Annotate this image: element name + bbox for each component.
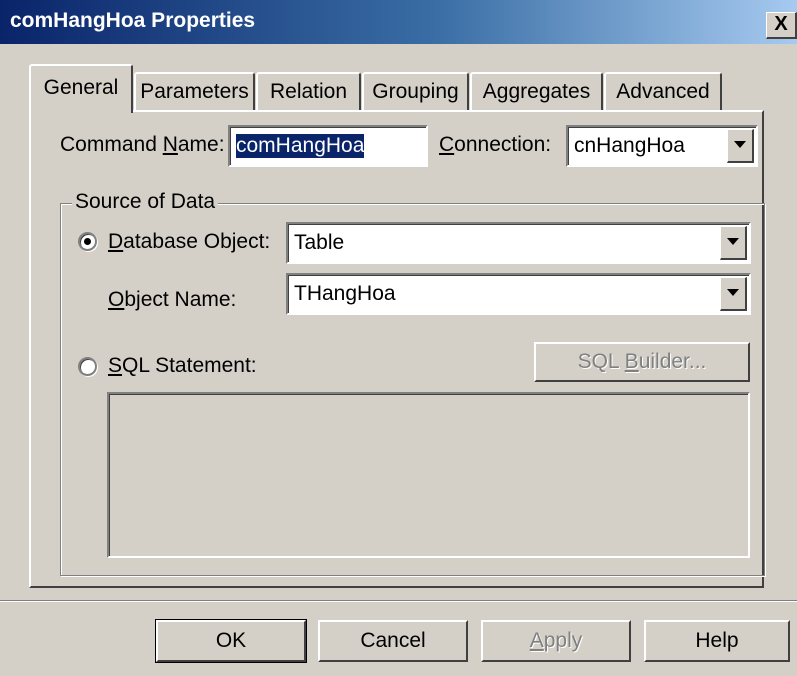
help-button[interactable]: Help <box>644 620 790 662</box>
window-title: comHangHoa Properties <box>10 9 256 32</box>
connection-dropdown-button[interactable] <box>727 129 754 163</box>
object-name-value: THangHoa <box>294 282 396 305</box>
sql-statement-label[interactable]: SQL Statement: <box>108 354 257 378</box>
source-of-data-legend: Source of Data <box>72 190 219 214</box>
radio-selected-dot <box>84 238 91 245</box>
command-name-label: Command Name: <box>60 133 225 156</box>
tab-parameters[interactable]: Parameters <box>134 72 255 111</box>
sql-builder-button[interactable]: SQL Builder... <box>534 342 750 382</box>
object-name-dropdown-button[interactable] <box>720 277 747 311</box>
sql-statement-radio[interactable] <box>78 357 97 376</box>
dialog-separator <box>0 600 797 602</box>
connection-select[interactable]: cnHangHoa <box>566 125 758 167</box>
close-button[interactable]: X <box>766 12 797 39</box>
apply-button[interactable]: Apply <box>481 620 631 662</box>
object-name-select[interactable]: THangHoa <box>286 273 751 315</box>
tab-relation[interactable]: Relation <box>256 72 361 111</box>
database-object-select[interactable]: Table <box>286 222 751 264</box>
tab-advanced[interactable]: Advanced <box>604 72 722 111</box>
object-name-label: Object Name: <box>108 288 237 311</box>
database-object-dropdown-button[interactable] <box>720 226 747 260</box>
tab-aggregates[interactable]: Aggregates <box>470 72 603 111</box>
close-icon: X <box>774 13 788 35</box>
connection-label: Connection: <box>439 133 552 156</box>
chevron-down-icon <box>734 141 746 148</box>
database-object-label[interactable]: Database Object: <box>108 230 270 254</box>
connection-value: cnHangHoa <box>574 134 685 157</box>
command-name-input[interactable]: comHangHoa <box>228 125 428 167</box>
database-object-value: Table <box>294 231 345 254</box>
title-bar[interactable]: comHangHoa Properties X <box>0 0 797 44</box>
cancel-button[interactable]: Cancel <box>318 620 468 662</box>
chevron-down-icon <box>727 238 739 245</box>
tab-grouping[interactable]: Grouping <box>362 72 469 111</box>
sql-statement-textarea[interactable] <box>107 392 750 558</box>
tab-general[interactable]: General <box>29 64 133 113</box>
command-name-value: comHangHoa <box>236 134 365 158</box>
chevron-down-icon <box>727 289 739 296</box>
database-object-radio[interactable] <box>78 232 97 251</box>
ok-button[interactable]: OK <box>155 619 307 663</box>
